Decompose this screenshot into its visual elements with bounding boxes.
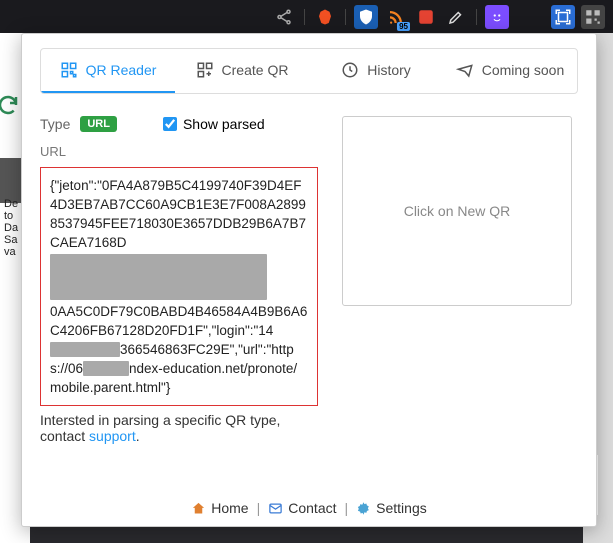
- url-heading: URL: [40, 144, 318, 159]
- home-icon: [191, 501, 206, 516]
- support-link[interactable]: support: [89, 428, 136, 444]
- show-parsed-checkbox[interactable]: [163, 117, 177, 131]
- mail-icon: [268, 501, 283, 516]
- type-badge: URL: [80, 116, 117, 132]
- reload-icon: [0, 93, 20, 117]
- qr-payload-box[interactable]: {"jeton":"0FA4A879B5C4199740F39D4EF4D3EB…: [40, 167, 318, 406]
- tab-label: History: [367, 62, 411, 78]
- footer-settings[interactable]: Settings: [356, 500, 427, 516]
- tab-create-qr[interactable]: Create QR: [175, 49, 309, 93]
- edit-icon[interactable]: [444, 5, 468, 29]
- redacted-inline: [83, 361, 129, 376]
- footer-contact[interactable]: Contact: [268, 500, 336, 516]
- show-parsed-label: Show parsed: [183, 116, 265, 132]
- qr-extension-popup: QR Reader Create QR History Coming soon …: [21, 33, 597, 527]
- gear-icon: [356, 501, 371, 516]
- interest-note: Intersted in parsing a specific QR type,…: [40, 412, 318, 444]
- redacted-block: [50, 254, 267, 300]
- tab-coming-soon[interactable]: Coming soon: [443, 49, 577, 93]
- type-label: Type: [40, 116, 70, 132]
- footer-home[interactable]: Home: [191, 500, 248, 516]
- tab-bar: QR Reader Create QR History Coming soon: [40, 48, 578, 94]
- smile-icon[interactable]: [485, 5, 509, 29]
- browser-toolbar: 95: [0, 0, 613, 33]
- frame-icon[interactable]: [551, 5, 575, 29]
- qr-preview-box[interactable]: Click on New QR: [342, 116, 572, 306]
- show-parsed-toggle[interactable]: Show parsed: [163, 116, 265, 132]
- redacted-inline: [50, 342, 120, 357]
- tab-label: Create QR: [222, 62, 289, 78]
- tab-history[interactable]: History: [309, 49, 443, 93]
- brave-icon[interactable]: [313, 5, 337, 29]
- todoist-icon[interactable]: [414, 5, 438, 29]
- qr-extension-icon[interactable]: [581, 5, 605, 29]
- rss-badge: 95: [397, 22, 410, 31]
- share-icon[interactable]: [272, 5, 296, 29]
- tab-label: Coming soon: [482, 62, 565, 78]
- rss-icon[interactable]: 95: [384, 5, 408, 29]
- bitwarden-icon[interactable]: [354, 5, 378, 29]
- tab-label: QR Reader: [86, 62, 157, 78]
- popup-footer: Home | Contact | Settings: [40, 492, 578, 516]
- qr-placeholder-text: Click on New QR: [404, 203, 511, 219]
- tab-qr-reader[interactable]: QR Reader: [41, 49, 175, 93]
